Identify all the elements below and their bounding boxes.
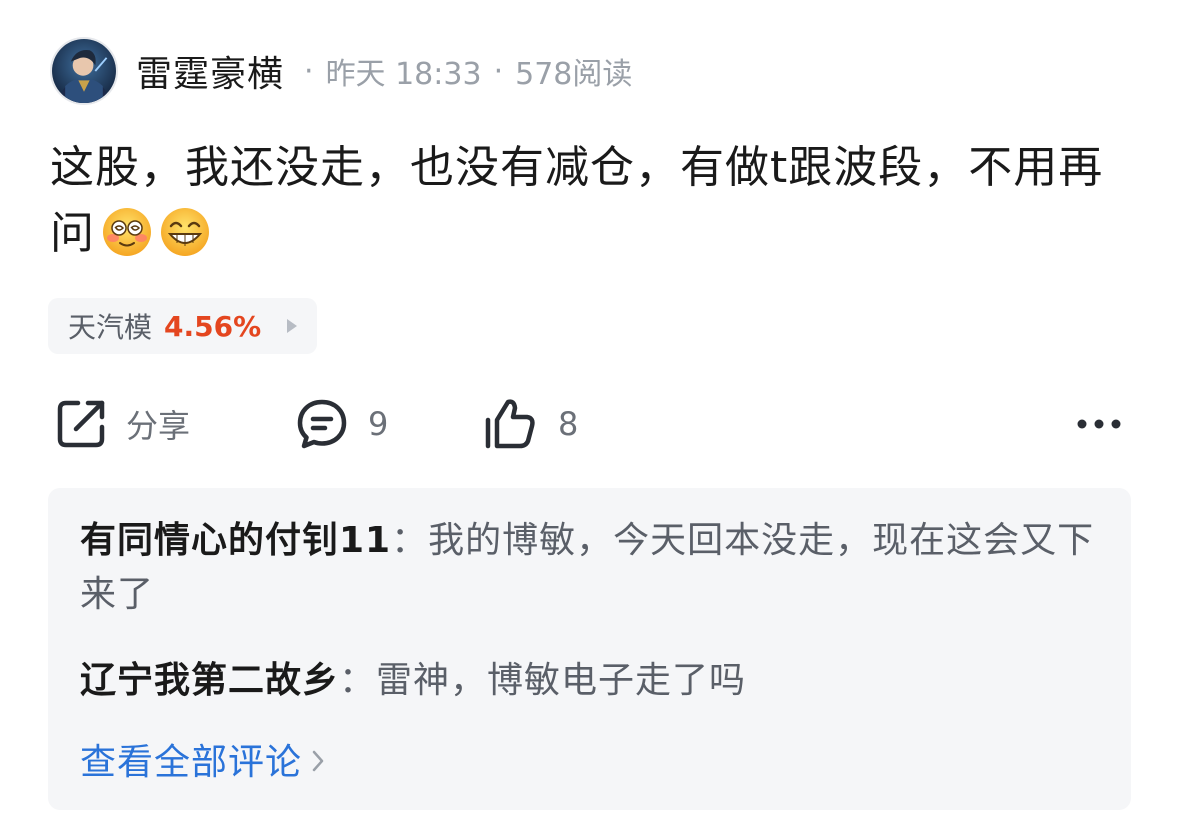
stock-change: 4.56% [164, 309, 262, 343]
comment-item[interactable]: 辽宁我第二故乡：雷神，博敏电子走了吗 [80, 654, 1100, 708]
meta-separator: · [493, 53, 504, 89]
share-icon [57, 400, 105, 448]
stock-name: 天汽模 [68, 311, 153, 344]
play-arrow-icon [287, 319, 298, 333]
more-button[interactable] [1076, 392, 1122, 456]
post-header: 雷霆豪横 · 昨天 18:33 · 578阅读 [50, 36, 632, 106]
avatar[interactable] [50, 37, 118, 105]
share-label: 分享 [126, 407, 191, 445]
action-bar: 分享 9 8 [50, 392, 1130, 456]
share-button[interactable]: 分享 [54, 392, 190, 456]
post-meta: · 昨天 18:33 · 578阅读 [292, 49, 632, 93]
like-button[interactable]: 8 [482, 392, 578, 456]
grinning-face-emoji [159, 206, 211, 258]
comment-count: 9 [368, 405, 389, 443]
comments-preview: 有同情心的付钊11：我的博敏，今天回本没走，现在这会又下来了 辽宁我第二故乡：雷… [48, 488, 1131, 810]
like-count: 8 [558, 405, 579, 443]
dizzy-face-emoji [101, 206, 153, 258]
meta-separator: · [304, 53, 314, 89]
avatar-image [52, 39, 116, 103]
username[interactable]: 雷霆豪横 [136, 45, 284, 97]
post-time: 昨天 18:33 [325, 57, 482, 92]
comment-item[interactable]: 有同情心的付钊11：我的博敏，今天回本没走，现在这会又下来了 [80, 514, 1100, 622]
comment-author[interactable]: 有同情心的付钊11 [80, 520, 391, 561]
comment-button[interactable]: 9 [294, 392, 388, 456]
chevron-right-icon [310, 736, 326, 790]
comment-icon [297, 399, 347, 449]
comment-author[interactable]: 辽宁我第二故乡 [80, 660, 339, 701]
view-all-label: 查看全部评论 [80, 742, 303, 783]
view-all-comments-link[interactable]: 查看全部评论 [80, 736, 326, 790]
comment-text: 雷神，博敏电子走了吗 [376, 660, 747, 701]
read-count: 578阅读 [515, 57, 633, 92]
post-body: 这股，我还没走，也没有减仓，有做t跟波段，不用再问 [50, 135, 1130, 267]
comment-separator: ： [391, 520, 429, 561]
stock-tag[interactable]: 天汽模 4.56% [48, 298, 318, 354]
comment-separator: ： [339, 660, 377, 701]
thumbs-up-icon [485, 399, 535, 449]
more-dots-icon [1077, 419, 1121, 429]
